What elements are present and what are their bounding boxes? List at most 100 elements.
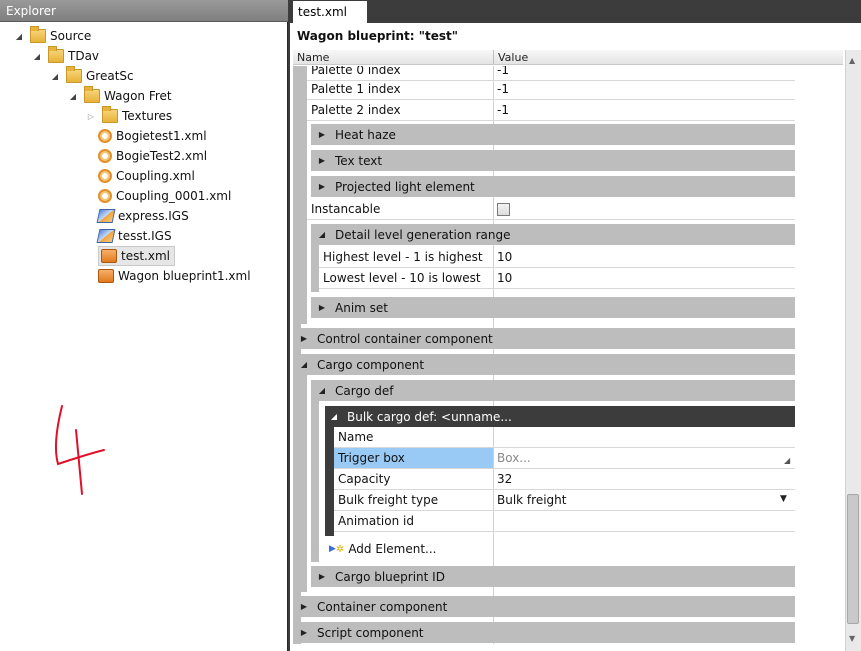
explorer-panel: Explorer ◢ Source ◢ TDav ◢ GreatSc ◢ Wag… bbox=[0, 0, 288, 651]
section-container-component[interactable]: ▶ Container component bbox=[293, 596, 795, 617]
expanded-triangle-icon[interactable]: ◢ bbox=[50, 72, 60, 81]
tree-item-bogietest2[interactable]: BogieTest2.xml bbox=[92, 146, 207, 166]
section-heat-haze[interactable]: ▶ Heat haze bbox=[311, 124, 795, 145]
tab-test-xml[interactable]: test.xml bbox=[293, 1, 367, 23]
property-grid-header: Name Value bbox=[293, 50, 843, 65]
section-tex-text[interactable]: ▶ Tex text bbox=[311, 150, 795, 171]
property-row-trigger-box[interactable]: Trigger box Box... ◢ bbox=[334, 448, 795, 469]
expanded-triangle-icon[interactable]: ◢ bbox=[14, 32, 24, 41]
resize-grip-icon[interactable]: ◢ bbox=[784, 456, 790, 465]
section-cargo-component[interactable]: ◢ Cargo component bbox=[293, 354, 795, 375]
collapsed-triangle-icon[interactable]: ▶ bbox=[317, 130, 327, 139]
property-row-instancable[interactable]: Instancable bbox=[307, 199, 795, 220]
property-row-capacity[interactable]: Capacity 32 bbox=[334, 469, 795, 490]
collapsed-triangle-icon[interactable]: ▶ bbox=[299, 334, 309, 343]
section-cargo-blueprint-id[interactable]: ▶ Cargo blueprint ID bbox=[311, 566, 795, 587]
property-grid: Palette 0 index -1 Palette 1 index -1 Pa… bbox=[293, 66, 795, 644]
collapsed-triangle-icon[interactable]: ▶ bbox=[317, 572, 327, 581]
tree-item-label: Bogietest1.xml bbox=[116, 129, 207, 143]
expanded-triangle-icon[interactable]: ◢ bbox=[32, 52, 42, 61]
tree-item-wagon-fret[interactable]: ◢ Wagon Fret bbox=[68, 86, 172, 106]
folder-icon bbox=[48, 46, 64, 63]
tree-item-label: Coupling.xml bbox=[116, 169, 195, 183]
folder-icon bbox=[84, 86, 100, 103]
tree-item-tesst-igs[interactable]: tesst.IGS bbox=[92, 226, 172, 246]
tree-item-textures[interactable]: ▷ Textures bbox=[86, 106, 172, 126]
property-row-highest[interactable]: Highest level - 1 is highest 10 bbox=[319, 247, 795, 268]
xml-file-icon bbox=[98, 129, 112, 143]
tree-item-label: Source bbox=[50, 29, 92, 43]
igs-file-icon bbox=[96, 209, 116, 223]
scroll-up-arrow-icon[interactable]: ▲ bbox=[849, 56, 855, 65]
handwritten-annotation bbox=[54, 405, 105, 495]
section-projected-light[interactable]: ▶ Projected light element bbox=[311, 176, 795, 197]
folder-icon bbox=[66, 66, 82, 83]
igs-file-icon bbox=[96, 229, 116, 243]
xml-file-icon bbox=[98, 149, 112, 163]
tree-item-label: Wagon blueprint1.xml bbox=[118, 269, 251, 283]
collapsed-triangle-icon[interactable]: ▶ bbox=[299, 602, 309, 611]
collapsed-triangle-icon[interactable]: ▶ bbox=[299, 628, 309, 637]
tree-item-wagon-blueprint1[interactable]: Wagon blueprint1.xml bbox=[92, 266, 251, 286]
section-anim-set[interactable]: ▶ Anim set bbox=[311, 297, 795, 318]
expanded-triangle-icon[interactable]: ◢ bbox=[68, 92, 78, 101]
tree-item-test-xml[interactable]: test.xml bbox=[98, 246, 175, 266]
explorer-title: Explorer bbox=[0, 0, 288, 22]
section-detail-level[interactable]: ◢ Detail level generation range bbox=[311, 224, 795, 245]
expanded-triangle-icon[interactable]: ◢ bbox=[329, 412, 339, 421]
collapsed-triangle-icon[interactable]: ▶ bbox=[317, 303, 327, 312]
folder-icon bbox=[30, 26, 46, 43]
expanded-triangle-icon[interactable]: ◢ bbox=[317, 230, 327, 239]
property-row[interactable]: Palette 1 index -1 bbox=[307, 79, 795, 100]
section-script-component[interactable]: ▶ Script component bbox=[293, 622, 795, 643]
dropdown-arrow-icon[interactable]: ▼ bbox=[780, 494, 787, 504]
tree-item-label: Textures bbox=[122, 109, 173, 123]
tree-item-label: tesst.IGS bbox=[118, 229, 172, 243]
column-header-value[interactable]: Value bbox=[498, 51, 528, 64]
section-cargo-def[interactable]: ◢ Cargo def bbox=[311, 380, 795, 401]
collapsed-triangle-icon[interactable]: ▷ bbox=[86, 112, 96, 121]
add-element-icon: ▶ bbox=[329, 544, 336, 554]
property-row-bulk-freight-type[interactable]: Bulk freight type Bulk freight ▼ bbox=[334, 490, 795, 511]
expanded-triangle-icon[interactable]: ◢ bbox=[299, 360, 309, 369]
tree-item-label: express.IGS bbox=[118, 209, 189, 223]
property-row[interactable]: Palette 2 index -1 bbox=[307, 100, 795, 121]
page-title: Wagon blueprint: "test" bbox=[297, 29, 458, 43]
tree-item-label: BogieTest2.xml bbox=[116, 149, 208, 163]
tree-item-bogietest1[interactable]: Bogietest1.xml bbox=[92, 126, 207, 146]
sparkle-icon: ✲ bbox=[335, 543, 345, 555]
tree-item-express-igs[interactable]: express.IGS bbox=[92, 206, 189, 226]
scroll-down-arrow-icon[interactable]: ▼ bbox=[849, 634, 855, 643]
property-row-lowest[interactable]: Lowest level - 10 is lowest 10 bbox=[319, 268, 795, 289]
component-indent bbox=[293, 66, 307, 324]
element-bulk-cargo-def[interactable]: ◢ Bulk cargo def: <unname... bbox=[325, 406, 795, 427]
xml-file-icon bbox=[98, 169, 112, 183]
tree-item-coupling[interactable]: Coupling.xml bbox=[92, 166, 195, 186]
tree-item-label: Wagon Fret bbox=[104, 89, 172, 103]
property-row-name[interactable]: Name bbox=[334, 427, 795, 448]
bulk-freight-select[interactable]: Bulk freight bbox=[497, 493, 566, 507]
collapsed-triangle-icon[interactable]: ▶ bbox=[317, 182, 327, 191]
wagon-blueprint-icon bbox=[98, 269, 114, 283]
scrollbar-thumb[interactable] bbox=[847, 494, 859, 624]
tree-item-greatsc[interactable]: ◢ GreatSc bbox=[50, 66, 134, 86]
xml-file-icon bbox=[98, 189, 112, 203]
tree-item-label: Coupling_0001.xml bbox=[116, 189, 232, 203]
tree-item-label: GreatSc bbox=[86, 69, 134, 83]
expanded-triangle-icon[interactable]: ◢ bbox=[317, 386, 327, 395]
collapsed-triangle-icon[interactable]: ▶ bbox=[317, 156, 327, 165]
cargo-def-indent bbox=[311, 380, 319, 562]
column-header-name[interactable]: Name bbox=[297, 51, 329, 64]
tree-item-label: test.xml bbox=[121, 249, 170, 263]
tree-item-tdav[interactable]: ◢ TDav bbox=[32, 46, 99, 66]
tree-item-coupling-0001[interactable]: Coupling_0001.xml bbox=[92, 186, 231, 206]
instancable-checkbox[interactable] bbox=[497, 203, 510, 216]
tree-item-source[interactable]: ◢ Source bbox=[14, 26, 91, 46]
tree-item-label: TDav bbox=[68, 49, 100, 63]
column-divider[interactable] bbox=[493, 50, 494, 65]
cargo-indent bbox=[293, 354, 307, 592]
property-row-animation-id[interactable]: Animation id bbox=[334, 511, 795, 532]
section-control-container[interactable]: ▶ Control container component bbox=[293, 328, 795, 349]
wagon-blueprint-icon bbox=[101, 249, 117, 263]
add-element-button[interactable]: ▶ ✲ Add Element... bbox=[329, 542, 436, 556]
